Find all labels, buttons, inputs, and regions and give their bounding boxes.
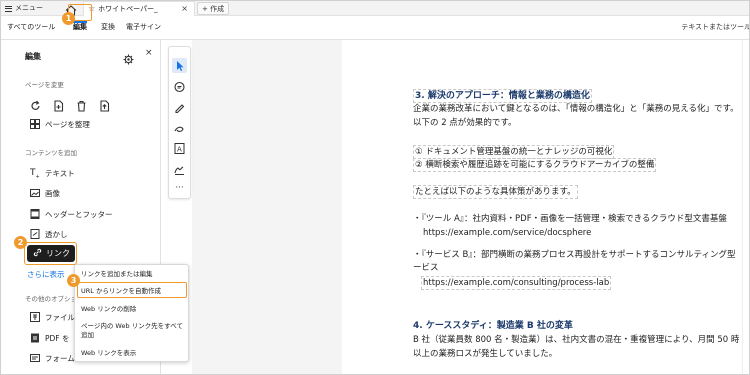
other-pdf-label: PDF を: [45, 333, 70, 343]
section-content-label: コンテンツを追加: [25, 149, 77, 157]
file-icon: [30, 312, 40, 322]
text-box-tool-icon[interactable]: A: [172, 141, 187, 156]
link-menu: リンクを追加または編集 URL からリンクを自動作成 Web リンクの削除 ペー…: [74, 264, 189, 362]
service-b-line2[interactable]: ービス: [413, 262, 439, 274]
tab-title: ホワイトペーパー_: [98, 5, 158, 13]
link-menu-add-edit[interactable]: リンクを追加または編集: [81, 270, 153, 279]
new-tab-button[interactable]: + 作成: [197, 2, 230, 15]
other-file-label: ファイル: [45, 312, 75, 322]
example-intro[interactable]: たとえば以下のような具体策があります。: [413, 185, 578, 199]
tab-close-icon[interactable]: ×: [181, 2, 188, 16]
panel-title: 編集: [25, 52, 41, 61]
other-form-label: フォーム: [45, 353, 75, 363]
organize-pages-icon: [30, 119, 40, 129]
panel-close-icon[interactable]: ×: [145, 48, 153, 58]
show-more-link[interactable]: さらに表示: [27, 269, 65, 280]
tool-strip: A ···: [168, 46, 191, 199]
para1-line1[interactable]: 企業の業務改革において鍵となるのは、「情報の構造化」と「業務の見える化」です。: [413, 103, 739, 115]
select-tool-icon[interactable]: [172, 58, 187, 73]
service-b-line1[interactable]: ・『サービス B』：部門横断の業務プロセス再設計をサポートするコンサルティング型: [413, 249, 736, 261]
watermark-icon: [30, 229, 40, 239]
other-pdf-item[interactable]: PDF を: [30, 331, 70, 345]
text-icon: T+: [30, 168, 40, 180]
para4-line1[interactable]: B 社（従業員数 800 名・製造業）は、社内文書の混在・重複管理により、月間 …: [413, 334, 739, 346]
link-button-label: リンク: [46, 249, 70, 258]
image-icon: [30, 188, 40, 198]
draw-tool-icon[interactable]: [172, 121, 187, 136]
header-footer-item[interactable]: ヘッダーとフッター: [30, 207, 113, 221]
watermark-item[interactable]: 透かし: [30, 227, 68, 241]
page-canvas-margin: [192, 40, 342, 374]
insert-page-icon[interactable]: [53, 97, 64, 112]
more-tools-icon[interactable]: ···: [172, 181, 187, 196]
menu-bar: すべてのツール 編集 変換 電子サイン テキストまたはツール: [1, 16, 749, 40]
right-scrollbar[interactable]: [742, 40, 749, 374]
link-menu-set-all-targets[interactable]: ページ内の Web リンク先をすべて: [81, 322, 183, 331]
add-text-label: テキスト: [45, 168, 75, 178]
menu-all-tools[interactable]: すべてのツール: [7, 21, 55, 33]
tool-a-line[interactable]: ・『ツール A』：社内資料・PDF・画像を一括管理・検索できるクラウド型文書基盤: [413, 213, 727, 225]
menu-esign[interactable]: 電子サイン: [126, 21, 161, 33]
section-other-label: その他のオプショ: [25, 295, 77, 303]
heading-3[interactable]: 3. 解決のアプローチ：情報と業務の構造化: [413, 89, 592, 103]
highlight-tool-icon[interactable]: [172, 100, 187, 115]
organize-pages-item[interactable]: ページを整理: [30, 117, 90, 131]
organize-pages-label: ページを整理: [45, 119, 90, 129]
link-icon: [33, 248, 42, 259]
search-tools-input[interactable]: テキストまたはツール: [681, 21, 749, 33]
menu-label: メニュー: [15, 4, 43, 12]
svg-text:A: A: [177, 146, 182, 154]
comment-tool-icon[interactable]: [172, 80, 187, 95]
menu-button[interactable]: メニュー: [5, 2, 43, 15]
callout-3: 3: [67, 274, 80, 287]
hamburger-icon: [5, 5, 12, 12]
sign-tool-icon[interactable]: [172, 162, 187, 177]
page-icon-row: [30, 97, 110, 112]
callout-1: 1: [62, 12, 75, 25]
add-text-item[interactable]: T+ テキスト: [30, 166, 75, 180]
link-menu-set-all-targets-cont: 追加: [81, 331, 94, 339]
auto-create-highlight: [77, 282, 187, 298]
add-image-item[interactable]: 画像: [30, 186, 60, 200]
callout-2: 2: [14, 236, 27, 249]
extract-page-icon[interactable]: [99, 97, 110, 112]
link-menu-remove-web[interactable]: Web リンクの削除: [81, 305, 136, 314]
menu-convert[interactable]: 変換: [101, 21, 115, 33]
app-window: メニュー ☆ ホワイトペーパー_ × + 作成 すべてのツール 編集 変換 電子…: [0, 0, 750, 375]
link-menu-show-web[interactable]: Web リンクを表示: [81, 349, 136, 358]
service-b-url[interactable]: https://example.com/consulting/process-l…: [421, 276, 612, 290]
section-page-label: ページを変更: [25, 81, 64, 89]
heading-4[interactable]: 4. ケーススタディ：製造業 B 社の変革: [413, 320, 573, 332]
other-file-item[interactable]: ファイル: [30, 310, 75, 324]
tab-bar: メニュー ☆ ホワイトペーパー_ × + 作成: [1, 1, 749, 16]
list-item-2[interactable]: ② 横断検索や履歴追跡を可能にするクラウドアーカイブの整備: [413, 158, 657, 172]
form-icon: [30, 353, 40, 363]
edit-active-underline: [73, 21, 87, 23]
add-image-label: 画像: [45, 188, 60, 198]
other-form-item[interactable]: フォーム: [30, 351, 75, 365]
rotate-icon[interactable]: [30, 97, 41, 110]
header-footer-label: ヘッダーとフッター: [45, 209, 113, 219]
gear-icon[interactable]: [123, 50, 134, 65]
list-item-1[interactable]: ① ドキュメント管理基盤の統一とナレッジの可視化: [413, 145, 615, 159]
watermark-label: 透かし: [45, 229, 68, 239]
delete-icon[interactable]: [76, 97, 87, 112]
document-tab[interactable]: ☆ ホワイトペーパー_ ×: [83, 1, 195, 16]
pdf-icon: [30, 333, 40, 343]
link-button[interactable]: リンク: [27, 245, 75, 262]
para4-line2[interactable]: 以上の業務ロスが発生していました。: [413, 348, 557, 360]
para1-line2[interactable]: 以下の 2 点が効果的です。: [413, 117, 516, 129]
header-footer-icon: [30, 209, 40, 219]
tool-a-url[interactable]: https://example.com/service/docsphere: [423, 227, 591, 239]
